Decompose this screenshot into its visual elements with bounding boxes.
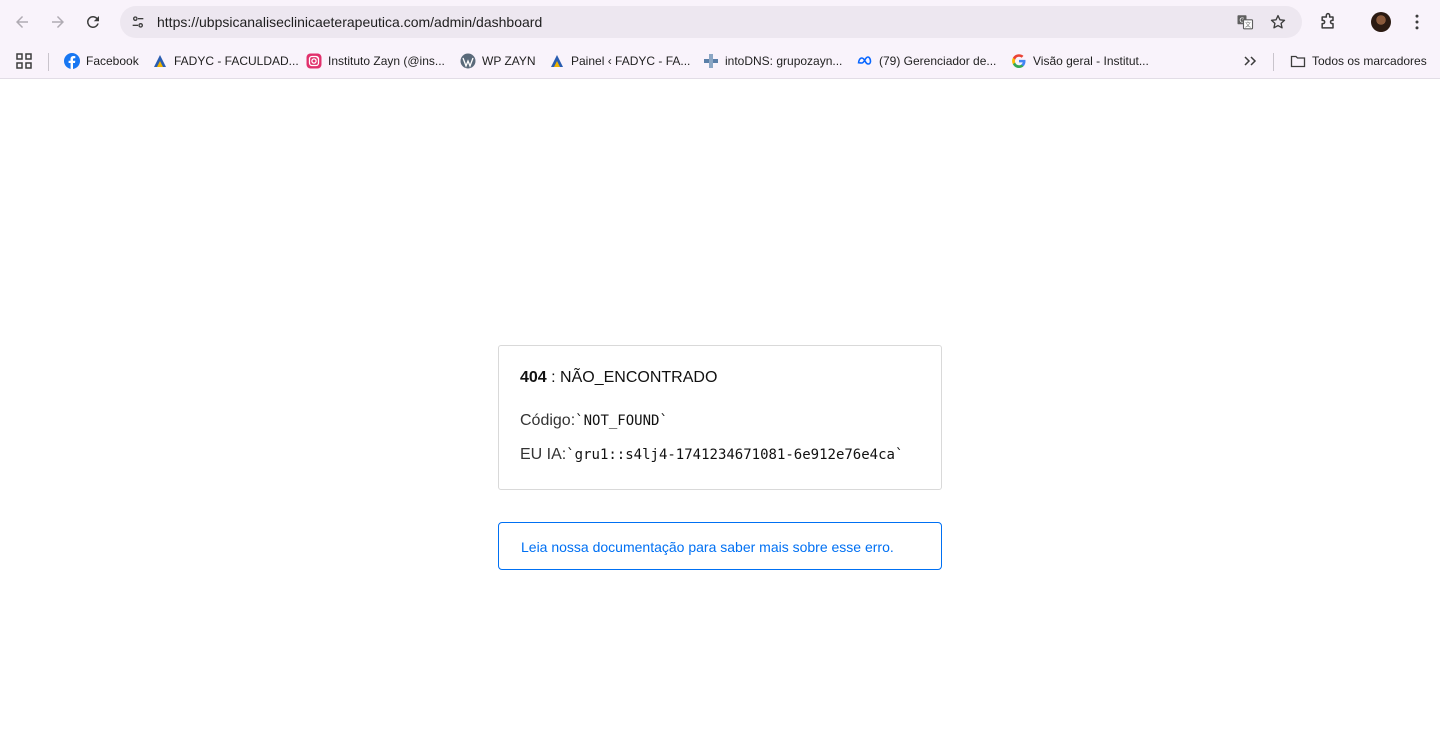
bookmark-label: (79) Gerenciador de... xyxy=(879,54,997,68)
svg-text:文: 文 xyxy=(1245,21,1251,29)
instagram-icon xyxy=(306,53,322,69)
arrow-right-icon xyxy=(52,16,64,28)
bookmark-star-button[interactable] xyxy=(1267,11,1289,33)
address-bar[interactable]: https://ubpsicanaliseclinicaeterapeutica… xyxy=(120,6,1302,38)
meta-icon xyxy=(857,53,873,69)
bookmark-label: Instituto Zayn (@ins... xyxy=(328,54,445,68)
error-code-line: Código:`NOT_FOUND` xyxy=(520,412,668,430)
translate-button[interactable]: G 文 xyxy=(1234,11,1256,33)
documentation-box: Leia nossa documentação para saber mais … xyxy=(498,522,942,570)
error-id-label: EU IA: xyxy=(520,446,567,463)
fadyc-icon xyxy=(549,53,565,69)
error-status-code: 404 xyxy=(520,369,547,386)
bookmark-fadyc[interactable]: FADYC - FACULDAD... xyxy=(152,50,299,72)
bookmark-meta-gerenciador[interactable]: (79) Gerenciador de... xyxy=(857,50,996,72)
error-status-text: NÃO_ENCONTRADO xyxy=(560,369,718,386)
extensions-button[interactable] xyxy=(1315,9,1341,35)
google-icon xyxy=(1011,53,1027,69)
bookmark-visao-geral[interactable]: Visão geral - Institut... xyxy=(1011,50,1149,72)
bookmark-label: WP ZAYN xyxy=(482,54,536,68)
error-id-value: `gru1::s4lj4-1741234671081-6e912e76e4ca` xyxy=(566,447,904,463)
reload-icon xyxy=(86,15,99,28)
error-code-value: `NOT_FOUND` xyxy=(575,413,668,429)
translate-icon: G 文 xyxy=(1237,15,1254,30)
bookmarks-divider xyxy=(48,53,49,71)
apps-button[interactable] xyxy=(16,50,32,72)
documentation-link[interactable]: Leia nossa documentação para saber mais … xyxy=(521,539,894,555)
error-title: 404 : NÃO_ENCONTRADO xyxy=(520,369,717,387)
all-bookmarks-folder[interactable]: Todos os marcadores xyxy=(1290,50,1427,72)
more-bookmarks-button[interactable] xyxy=(1242,50,1258,72)
error-id-line: EU IA:`gru1::s4lj4-1741234671081-6e912e7… xyxy=(520,446,903,464)
apps-grid-icon xyxy=(16,53,32,69)
bookmark-facebook[interactable]: Facebook xyxy=(64,50,139,72)
site-info-button[interactable] xyxy=(126,10,150,34)
browser-toolbar: https://ubpsicanaliseclinicaeterapeutica… xyxy=(0,0,1440,44)
bookmark-painel-fadyc[interactable]: Painel ‹ FADYC - FA... xyxy=(549,50,690,72)
bookmarks-divider xyxy=(1273,53,1274,71)
forward-button[interactable] xyxy=(44,8,72,36)
reload-button[interactable] xyxy=(79,8,107,36)
bookmark-label: Facebook xyxy=(86,54,139,68)
bookmark-label: FADYC - FACULDAD... xyxy=(174,54,299,68)
wordpress-icon xyxy=(460,53,476,69)
bookmark-label: Painel ‹ FADYC - FA... xyxy=(571,54,691,68)
bookmark-wp-zayn[interactable]: WP ZAYN xyxy=(460,50,536,72)
tune-icon xyxy=(132,16,144,28)
browser-menu-button[interactable] xyxy=(1404,9,1430,35)
bookmark-intodns[interactable]: intoDNS: grupozayn... xyxy=(703,50,842,72)
error-card: 404 : NÃO_ENCONTRADO Código:`NOT_FOUND` … xyxy=(498,345,942,490)
bookmark-label: intoDNS: grupozayn... xyxy=(725,54,843,68)
intodns-icon xyxy=(703,53,719,69)
error-separator: : xyxy=(546,369,561,386)
url-text[interactable]: https://ubpsicanaliseclinicaeterapeutica… xyxy=(157,14,542,30)
all-bookmarks-label: Todos os marcadores xyxy=(1312,54,1427,68)
profile-avatar[interactable] xyxy=(1371,12,1391,32)
star-icon xyxy=(1270,14,1286,29)
back-button[interactable] xyxy=(8,8,36,36)
fadyc-icon xyxy=(152,53,168,69)
error-code-label: Código: xyxy=(520,412,576,429)
double-chevron-right-icon xyxy=(1242,53,1258,69)
facebook-icon xyxy=(64,53,80,69)
folder-icon xyxy=(1290,53,1306,69)
bookmarks-bar: Facebook FADYC - FACULDAD... Instituto Z… xyxy=(0,44,1440,79)
kebab-menu-icon xyxy=(1415,14,1419,30)
arrow-left-icon xyxy=(16,16,28,28)
puzzle-icon xyxy=(1321,12,1334,29)
bookmark-instagram[interactable]: Instituto Zayn (@ins... xyxy=(306,50,445,72)
bookmark-label: Visão geral - Institut... xyxy=(1033,54,1149,68)
